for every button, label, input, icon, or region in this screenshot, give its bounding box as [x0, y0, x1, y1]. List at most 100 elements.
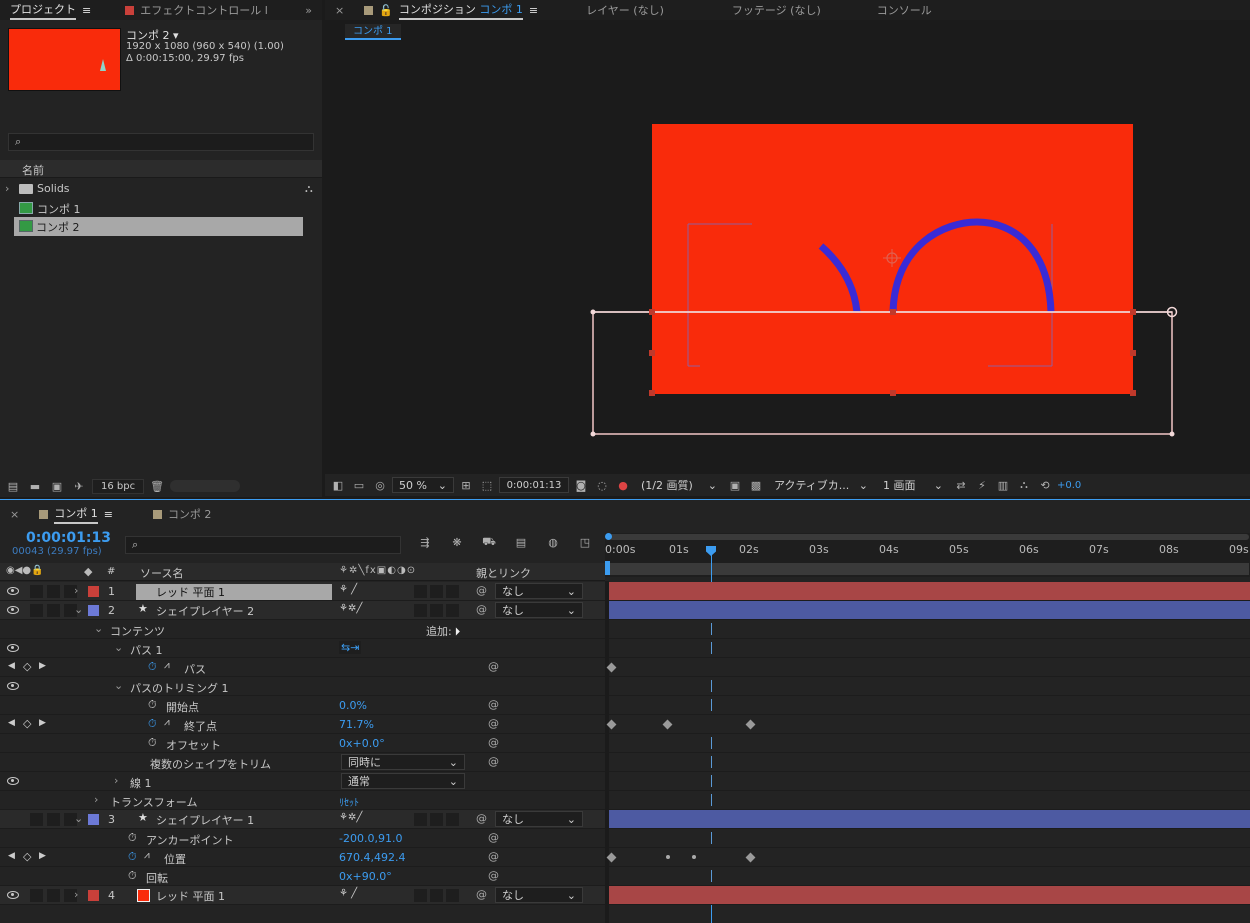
- draft-3d-icon[interactable]: ❋: [448, 534, 466, 550]
- graph-icon[interactable]: ⩘: [164, 717, 170, 728]
- switch-cell[interactable]: [414, 889, 427, 902]
- breadcrumb[interactable]: コンポ 1: [345, 24, 401, 40]
- layer-2[interactable]: ⌄ 2 ★ シェイプレイヤー 2 ⚘✲╱ @ なし ⌄: [0, 601, 605, 620]
- flowchart-icon[interactable]: ⛬: [1015, 477, 1033, 493]
- label-color-chip[interactable]: [88, 814, 99, 825]
- layer-switches[interactable]: ⚘✲╱: [339, 603, 362, 614]
- prev-keyframe-icon[interactable]: ◀: [8, 718, 15, 728]
- tab-composition[interactable]: 🔓 コンポジション コンポ 1 ≡: [354, 1, 548, 20]
- switch-cell[interactable]: [430, 585, 443, 598]
- parent-dropdown[interactable]: なし ⌄: [495, 602, 583, 618]
- snapshot-icon[interactable]: ◌: [593, 477, 611, 493]
- layer-name[interactable]: レッド 平面 1: [156, 888, 225, 904]
- property-track[interactable]: [609, 734, 1250, 753]
- switch-cell[interactable]: [430, 889, 443, 902]
- layer-switches[interactable]: ⚘ ╱: [339, 584, 357, 595]
- eye-icon[interactable]: [7, 777, 19, 785]
- keyframe[interactable]: [606, 662, 617, 673]
- next-keyframe-icon[interactable]: ▶: [39, 661, 46, 671]
- menu-icon[interactable]: ≡: [529, 4, 538, 17]
- tab-footage[interactable]: フッテージ (なし): [722, 2, 831, 18]
- comp-canvas[interactable]: [325, 44, 1250, 472]
- switch-cell[interactable]: [30, 813, 43, 826]
- next-keyframe-icon[interactable]: ▶: [39, 718, 46, 728]
- switch-cell[interactable]: [47, 585, 60, 598]
- keyframe[interactable]: [606, 852, 617, 863]
- col-name[interactable]: 名前: [22, 162, 44, 178]
- parent-dropdown[interactable]: なし ⌄: [495, 811, 583, 827]
- col-source-name[interactable]: ソース名: [140, 565, 183, 581]
- property-track[interactable]: [606, 848, 1250, 867]
- chevron-down-icon[interactable]: ⌄: [74, 812, 83, 825]
- next-keyframe-icon[interactable]: ▶: [39, 851, 46, 861]
- tab-layer[interactable]: レイヤー (なし): [576, 2, 674, 18]
- layer-duration-bar[interactable]: [609, 601, 1250, 620]
- graph-icon[interactable]: ⩘: [144, 850, 150, 861]
- keyframe[interactable]: [745, 852, 756, 863]
- prop-path-1[interactable]: ⌄ パス 1 ⇆⇥: [0, 639, 605, 658]
- fast-preview-icon[interactable]: ⚡: [973, 477, 991, 493]
- work-area-start-handle[interactable]: [605, 533, 612, 540]
- layer-switches[interactable]: ⚘✲╱: [339, 812, 362, 823]
- expression-pickwhip-icon[interactable]: @: [488, 869, 499, 882]
- project-item-comp1[interactable]: コンポ 1: [0, 199, 322, 218]
- prop-path[interactable]: ◀ ◇ ▶ ⏱ ⩘ パス @: [0, 658, 605, 677]
- keyframe-roving[interactable]: [692, 855, 696, 859]
- preview-icon[interactable]: ◧: [329, 477, 347, 493]
- prop-transform[interactable]: › トランスフォーム ﾘｾｯﾄ: [0, 791, 605, 810]
- label-icon[interactable]: ◆: [84, 565, 92, 578]
- roi-icon[interactable]: ▣: [726, 477, 744, 493]
- chevron-right-icon[interactable]: ›: [114, 774, 118, 787]
- color-channels-icon[interactable]: ●: [614, 477, 632, 493]
- project-item-solids[interactable]: › Solids ⛬: [0, 180, 322, 199]
- render-icon[interactable]: ✈: [70, 478, 88, 494]
- stopwatch-icon[interactable]: ⏱: [128, 831, 137, 845]
- pickwhip-icon[interactable]: @: [476, 603, 487, 616]
- time-ruler[interactable]: 0:00s 01s 02s 03s 04s 05s 06s 07s 08s 09s: [605, 533, 1250, 577]
- switch-cell[interactable]: [446, 889, 459, 902]
- motion-blur-icon[interactable]: ◍: [544, 534, 562, 550]
- add-keyframe-icon[interactable]: ◇: [23, 850, 31, 863]
- fit-icon[interactable]: ⊞: [457, 477, 475, 493]
- chevron-right-icon[interactable]: ›: [5, 182, 9, 195]
- work-area-bar[interactable]: [609, 534, 1249, 540]
- switch-cell[interactable]: [430, 813, 443, 826]
- stopwatch-icon[interactable]: ⏱: [148, 698, 157, 712]
- layer-switches[interactable]: ⚘ ╱: [339, 888, 357, 899]
- prop-end[interactable]: ◀ ◇ ▶ ⏱ ⩘ 終了点 71.7% @: [0, 715, 605, 734]
- trash-icon[interactable]: 🗑: [148, 478, 166, 494]
- col-parent-link[interactable]: 親とリンク: [476, 565, 531, 581]
- stopwatch-icon[interactable]: ⏱: [148, 736, 157, 750]
- eye-icon[interactable]: [7, 682, 19, 690]
- switch-cell[interactable]: [414, 813, 427, 826]
- timeline-icon[interactable]: ▥: [994, 477, 1012, 493]
- property-value[interactable]: 670.4,492.4: [339, 851, 405, 864]
- switch-cell[interactable]: [30, 604, 43, 617]
- stopwatch-icon[interactable]: ⏱: [148, 660, 157, 674]
- expression-pickwhip-icon[interactable]: @: [488, 850, 499, 863]
- timeline-search-input[interactable]: ⌕: [125, 536, 401, 554]
- expression-pickwhip-icon[interactable]: @: [488, 831, 499, 844]
- panel-overflow-icon[interactable]: »: [295, 4, 322, 17]
- layer-1[interactable]: › 1 レッド 平面 1 ⚘ ╱ @ なし ⌄: [0, 582, 605, 601]
- label-color-chip[interactable]: [88, 605, 99, 616]
- exposure-reset-icon[interactable]: ⟲: [1036, 477, 1054, 493]
- property-dropdown[interactable]: 通常 ⌄: [341, 773, 465, 789]
- property-track[interactable]: [609, 639, 1250, 658]
- expression-pickwhip-icon[interactable]: @: [488, 717, 499, 730]
- expression-pickwhip-icon[interactable]: @: [488, 660, 499, 673]
- chevron-down-icon[interactable]: ⌄: [114, 641, 123, 654]
- property-track[interactable]: [609, 867, 1250, 886]
- bpc-button[interactable]: 16 bpc: [92, 478, 145, 494]
- property-track[interactable]: [609, 753, 1250, 772]
- prop-rotation[interactable]: ⏱ 回転 0x+90.0° @: [0, 867, 605, 886]
- eye-icon[interactable]: [7, 587, 19, 595]
- project-scrollbar[interactable]: [170, 480, 241, 492]
- prop-position[interactable]: ◀ ◇ ▶ ⏱ ⩘ 位置 670.4,492.4 @: [0, 848, 605, 867]
- property-value[interactable]: 0.0%: [339, 699, 367, 712]
- expression-pickwhip-icon[interactable]: @: [488, 736, 499, 749]
- mask-icon[interactable]: ◎: [371, 477, 389, 493]
- close-icon[interactable]: ×: [0, 508, 29, 521]
- switch-cell[interactable]: [30, 889, 43, 902]
- eye-icon[interactable]: [7, 891, 19, 899]
